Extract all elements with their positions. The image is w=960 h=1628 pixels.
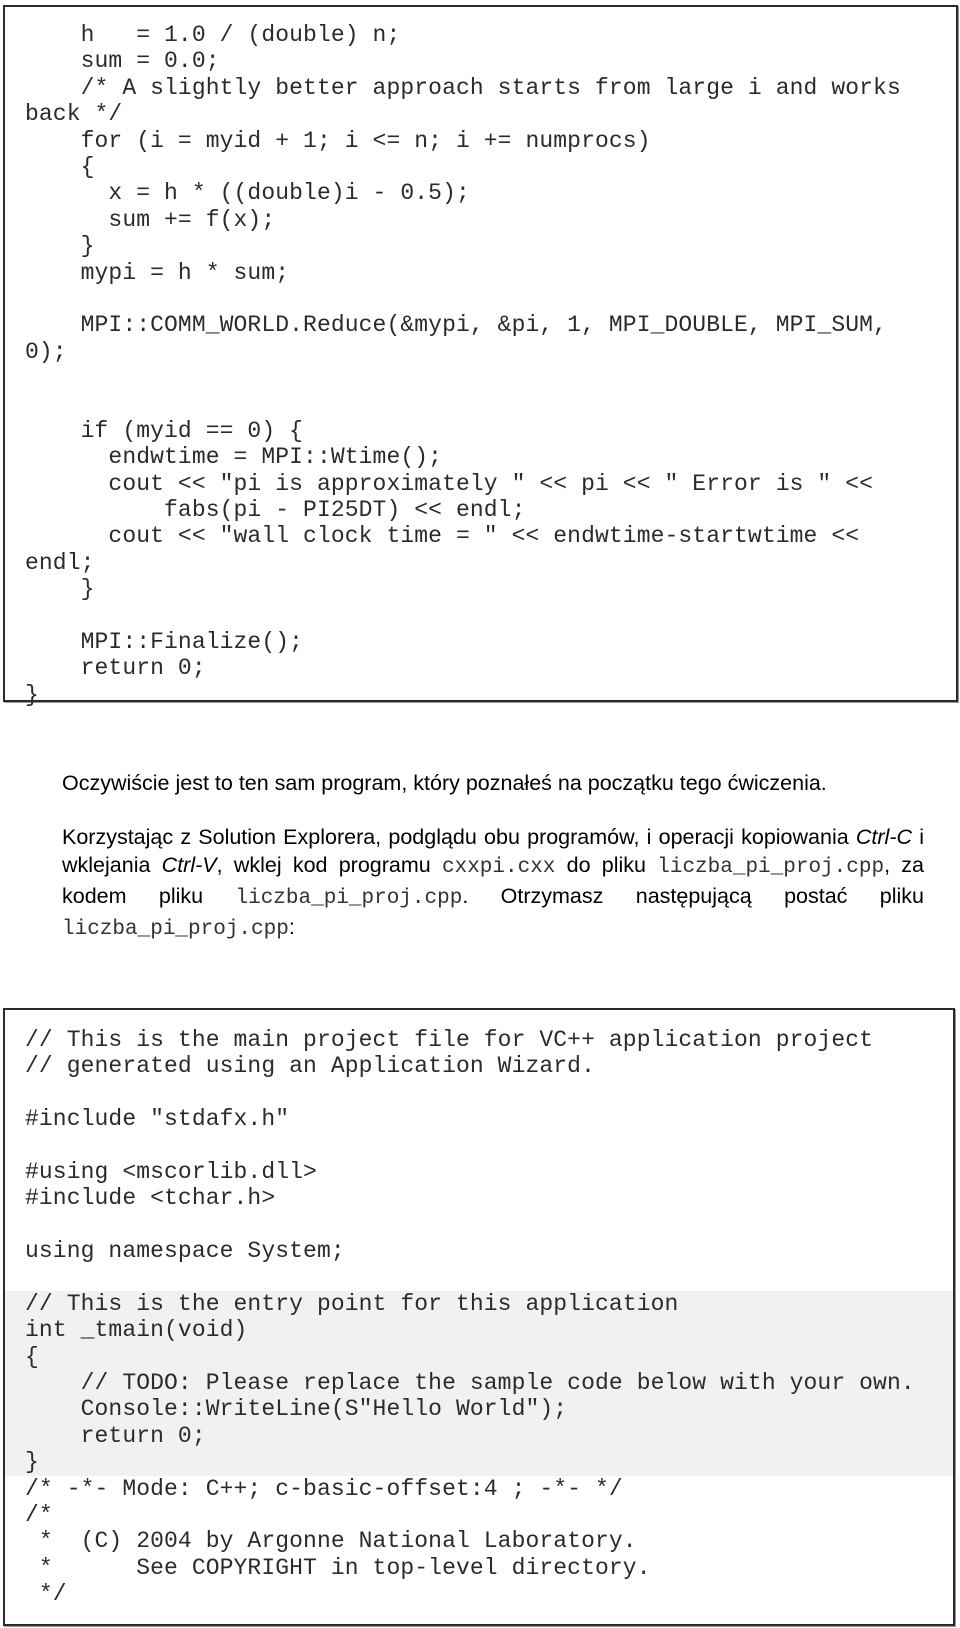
text-segment: Korzystając z Solution Explorera, podglą… <box>62 825 856 849</box>
code-line: if (myid == 0) { <box>25 417 304 444</box>
code-text: h = 1.0 / (double) n; sum = 0.0; /* A sl… <box>25 22 901 708</box>
paragraph-intro: Oczywiście jest to ten sam program, któr… <box>62 771 827 795</box>
code-line: { <box>25 153 95 180</box>
code-line: cout << "pi is approximately " << pi << … <box>25 470 874 497</box>
text-segment: do pliku <box>555 853 658 877</box>
code-line: sum += f(x); <box>25 206 276 233</box>
code-line: } <box>25 681 39 708</box>
code-listing-mpi-pi: h = 1.0 / (double) n; sum = 0.0; /* A sl… <box>3 5 958 708</box>
filename-target: liczba_pi_proj.cpp <box>235 887 463 910</box>
code-line: #include <tchar.h> <box>25 1185 276 1212</box>
code-line: sum = 0.0; <box>25 48 220 75</box>
code-line: int _tmain(void) <box>25 1317 248 1344</box>
filename-target: liczba_pi_proj.cpp <box>657 856 885 879</box>
code-line: #using <mscorlib.dll> <box>25 1158 317 1185</box>
text-segment: : <box>288 915 295 939</box>
code-line: fabs(pi - PI25DT) << endl; <box>25 497 526 524</box>
code-line: } <box>25 1449 39 1476</box>
code-line: using namespace System; <box>25 1238 345 1265</box>
code-line: for (i = myid + 1; i <= n; i += numprocs… <box>25 127 651 154</box>
filename-target: liczba_pi_proj.cpp <box>62 918 289 941</box>
code-line: mypi = h * sum; <box>25 259 290 286</box>
code-line: endl; <box>25 549 95 576</box>
code-line: return 0; <box>25 1422 206 1449</box>
code-line: } <box>25 233 95 260</box>
code-listing-project-file: // This is the main project file for VC+… <box>3 1008 955 1626</box>
code-line: /* A slightly better approach starts fro… <box>25 74 901 101</box>
code-line: MPI::Finalize(); <box>25 628 304 655</box>
code-line: } <box>25 576 95 603</box>
code-text: // This is the main project file for VC+… <box>25 1027 915 1608</box>
code-line: MPI::COMM_WORLD.Reduce(&mypi, &pi, 1, MP… <box>25 312 887 339</box>
code-line: 0); <box>25 338 67 365</box>
code-line: #include "stdafx.h" <box>25 1106 290 1133</box>
code-line: h = 1.0 / (double) n; <box>25 22 401 48</box>
code-line: // generated using an Application Wizard… <box>25 1053 595 1080</box>
paragraph-instructions: Korzystając z Solution Explorera, podglą… <box>62 823 924 944</box>
shortcut-ctrl-c: Ctrl-C <box>855 825 913 849</box>
code-line: x = h * ((double)i - 0.5); <box>25 180 470 207</box>
code-line: // This is the main project file for VC+… <box>25 1027 874 1053</box>
code-line: // This is the entry point for this appl… <box>25 1290 679 1317</box>
text-segment: . Otrzymasz następującą postać pliku <box>462 884 924 908</box>
code-line: * See COPYRIGHT in top-level directory. <box>25 1554 651 1581</box>
code-line: return 0; <box>25 655 206 682</box>
code-line: // TODO: Please replace the sample code … <box>25 1370 915 1397</box>
code-line: */ <box>25 1581 67 1608</box>
code-line: endwtime = MPI::Wtime(); <box>25 444 443 471</box>
code-line: * (C) 2004 by Argonne National Laborator… <box>25 1528 637 1555</box>
text-segment: , wklej kod programu <box>216 853 442 877</box>
shortcut-ctrl-v: Ctrl-V <box>161 853 217 877</box>
code-line: /* <box>25 1502 53 1529</box>
code-line: { <box>25 1343 39 1370</box>
code-line: /* -*- Mode: C++; c-basic-offset:4 ; -*-… <box>25 1475 623 1502</box>
code-line: back */ <box>25 101 123 128</box>
code-line: cout << "wall clock time = " << endwtime… <box>25 523 860 550</box>
filename-source: cxxpi.cxx <box>441 856 556 879</box>
code-line: Console::WriteLine(S"Hello World"); <box>25 1396 568 1423</box>
